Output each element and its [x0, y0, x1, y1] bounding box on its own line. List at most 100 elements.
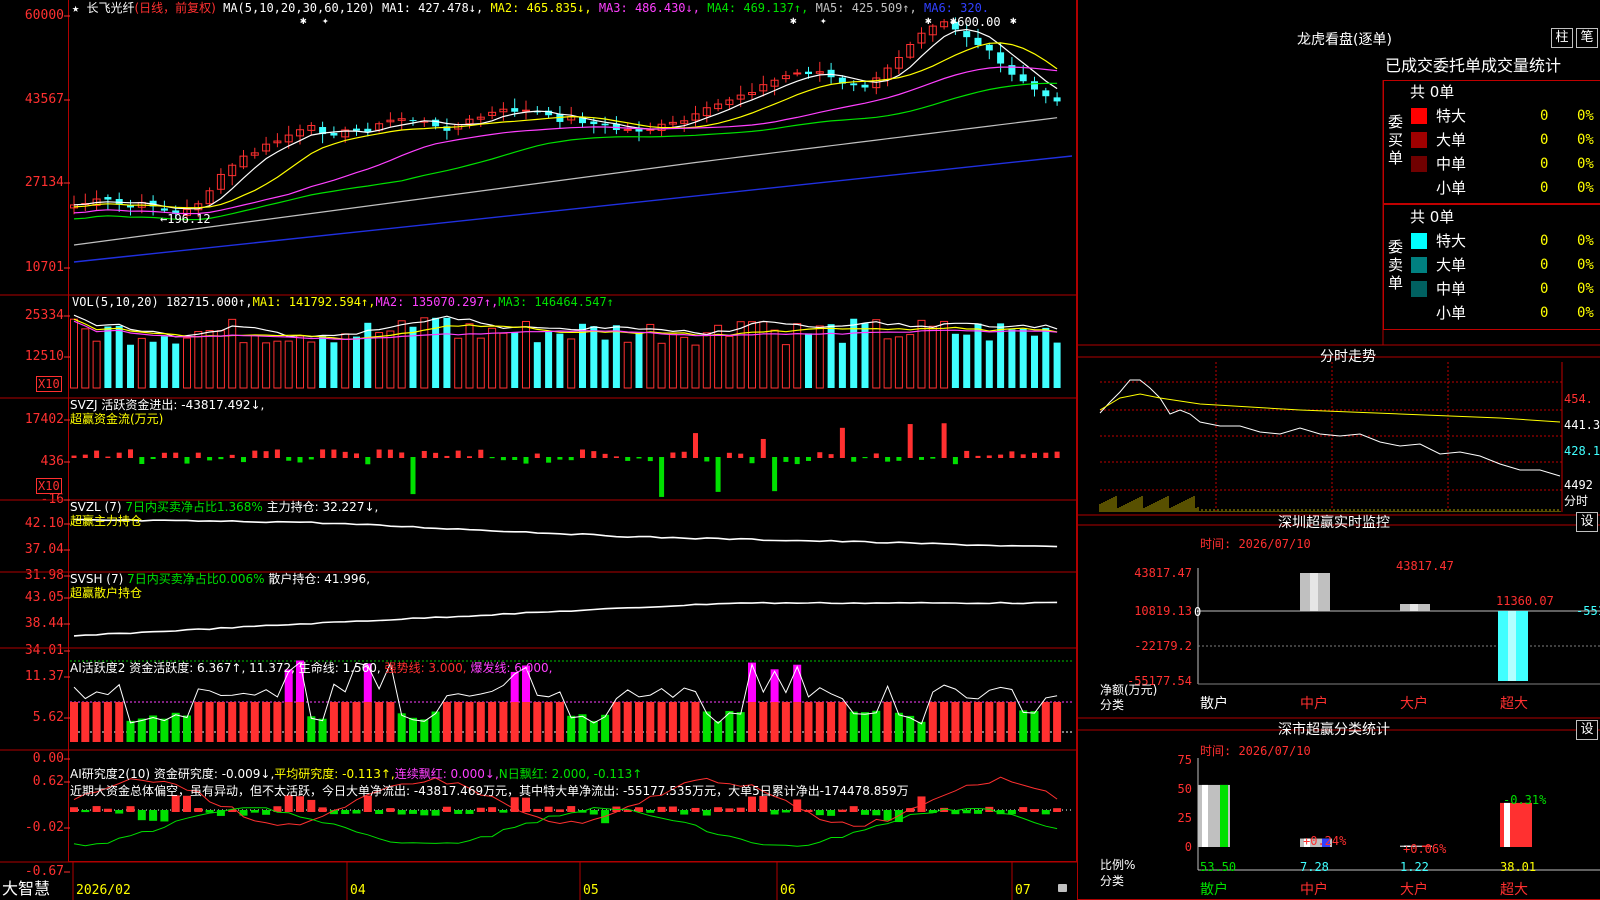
ai2-e: N日飘红: 2.000, -0.113↑	[498, 767, 643, 781]
order-size-label: 小单	[1436, 304, 1467, 322]
volume-bar	[137, 337, 146, 389]
fund-flow-bar	[82, 454, 88, 458]
volume-bar	[928, 325, 937, 389]
activity-bar	[465, 702, 474, 742]
activity-bar	[646, 702, 655, 742]
candle-body	[522, 109, 530, 112]
activity-bar	[454, 702, 463, 742]
research-bar	[849, 806, 858, 812]
activity-bar	[623, 702, 632, 742]
fund-flow-bar	[896, 457, 902, 461]
ai2-b: 资金研究度: -0.009↓,	[153, 767, 275, 781]
bar-mode-button[interactable]: 柱	[1551, 28, 1573, 48]
ma5-line	[73, 117, 1058, 246]
fund-flow-bar	[71, 455, 77, 458]
candle-body	[160, 208, 168, 211]
research-bar	[420, 810, 429, 816]
activity-bar	[205, 702, 214, 742]
monitor-settings-button[interactable]: 设	[1576, 512, 1598, 532]
volume-bar	[567, 338, 576, 389]
candle-body	[353, 128, 360, 131]
research-bar	[442, 806, 451, 812]
research-bar	[1007, 810, 1016, 815]
fund-flow-bar	[286, 457, 292, 461]
activity-bar	[70, 702, 78, 742]
monitor-title: 深圳超赢实时监控	[1278, 515, 1390, 531]
fund-flow-bar	[647, 457, 653, 462]
activity-bar	[985, 702, 994, 742]
volume-bar	[511, 332, 519, 388]
research-bar	[725, 808, 734, 812]
candle-body	[364, 128, 372, 132]
vol-value: 182715.000↑,	[165, 295, 253, 309]
dragon-panel-title: 龙虎看盘(逐单)	[1297, 32, 1392, 48]
fund-flow-bar	[263, 451, 269, 458]
order-percent: 0%	[1577, 180, 1594, 196]
volume-bar	[725, 335, 734, 389]
activity-bar	[386, 702, 395, 742]
candle-body	[850, 83, 858, 86]
activity-bar	[759, 702, 768, 742]
activity-bar	[770, 702, 779, 742]
activity-bar	[228, 702, 237, 742]
fund-flow-bar	[195, 452, 201, 458]
activity-bar	[838, 702, 847, 742]
research-bar	[657, 806, 666, 812]
research-bar	[476, 807, 485, 812]
activity-bar	[137, 718, 146, 742]
volume-bar	[160, 336, 168, 388]
lock-icon[interactable]	[1058, 884, 1067, 892]
order-count: 0	[1540, 305, 1549, 321]
activity-bar	[781, 702, 790, 742]
activity-bar	[499, 702, 508, 742]
svzj-line1: SVZJ 活跃资金进出: -43817.492↓,	[70, 398, 265, 412]
fund-flow-bar	[873, 453, 879, 458]
fund-flow-bar	[693, 433, 698, 458]
fund-flow-bar	[207, 457, 213, 461]
activity-peak	[748, 662, 756, 702]
volume-bar	[691, 344, 700, 389]
monitor-unit2: 分类	[1100, 698, 1125, 712]
monitor-bar-value: 11360.07	[1496, 594, 1554, 608]
volume-bar	[127, 344, 134, 388]
monitor-axis-label: 43817.47	[1134, 566, 1192, 580]
fund-flow-bar	[907, 424, 913, 458]
monitor-axis-label: 10819.13	[1134, 604, 1192, 618]
order-color-swatch	[1411, 108, 1427, 124]
charts-canvas[interactable]	[0, 0, 1600, 900]
dragon-tabs[interactable]: 已成交委托单成交量统计	[1385, 57, 1600, 75]
activity-bar	[420, 719, 429, 742]
stats-category: 超大	[1500, 882, 1528, 898]
fund-flow-bar	[184, 457, 190, 464]
pen-mode-button[interactable]: 笔	[1576, 28, 1598, 48]
activity-bar	[273, 702, 282, 742]
stats-settings-button[interactable]: 设	[1576, 720, 1598, 740]
order-count: 0	[1540, 281, 1549, 297]
order-color-swatch	[1411, 281, 1427, 297]
date-axis-label: 2026/02	[76, 883, 131, 898]
fund-flow-bar	[376, 449, 382, 458]
ai1-b: ↑, 11.372, 生命线: 1.560,	[231, 661, 381, 675]
activity-bar	[1053, 702, 1062, 742]
volume-bar	[92, 340, 101, 389]
volume-bar	[974, 323, 982, 388]
research-bar	[92, 806, 101, 812]
activity-bar	[714, 721, 723, 742]
fund-flow-bar	[1043, 452, 1049, 458]
volume-bar	[702, 332, 711, 389]
candle-body	[805, 71, 812, 75]
candle-body	[861, 84, 869, 88]
research-bar	[861, 810, 869, 815]
activity-bar	[883, 702, 892, 742]
fund-flow-bar	[659, 457, 665, 497]
fund-flow-bar	[817, 452, 823, 458]
fund-flow-bar	[410, 457, 416, 495]
activity-bar	[160, 718, 169, 742]
activity-bar	[996, 702, 1005, 742]
volume-bar	[386, 330, 395, 389]
activity-bar	[262, 702, 271, 742]
order-count: 0	[1540, 180, 1549, 196]
volume-bar	[646, 323, 655, 389]
candle-body	[1031, 81, 1038, 90]
candle-body	[827, 69, 835, 78]
